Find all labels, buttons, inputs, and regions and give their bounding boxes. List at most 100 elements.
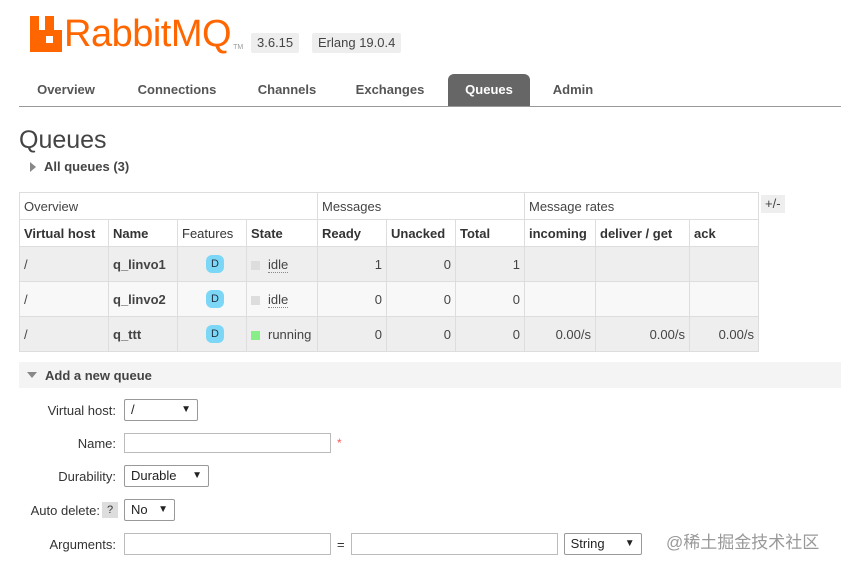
auto-delete-label: Auto delete: — [30, 502, 100, 518]
deliver-get-cell: 0.00/s — [595, 316, 690, 352]
argument-value-input[interactable] — [350, 533, 558, 555]
column-header-incoming[interactable]: incoming — [524, 219, 596, 247]
tab-channels[interactable]: Channels — [247, 74, 327, 106]
tab-exchanges[interactable]: Exchanges — [347, 74, 433, 106]
all-queues-toggle[interactable]: All queues (3) — [30, 159, 129, 174]
state-running-icon — [251, 330, 260, 340]
watermark: @稀土掘金技术社区 — [666, 533, 820, 552]
ready-cell: 0 — [317, 316, 387, 352]
queue-name-link[interactable]: q_linvo2 — [108, 281, 178, 317]
header: RabbitMQ TM 3.6.15 Erlang 19.0.4 Overvie… — [0, 0, 841, 108]
erlang-badge: Erlang 19.0.4 — [312, 33, 402, 53]
group-header-message-rates: Message rates — [524, 192, 759, 220]
durability-row: Durability: Durable ▼ — [0, 465, 209, 487]
add-queue-section-toggle[interactable]: Add a new queue — [19, 362, 841, 388]
ack-cell: 0.00/s — [689, 316, 759, 352]
equals-sign: = — [337, 536, 345, 552]
arguments-row: Arguments: = String ▼ — [0, 533, 642, 555]
ack-cell — [689, 281, 759, 317]
chevron-down-icon: ▼ — [181, 404, 191, 415]
column-header-name[interactable]: Name — [108, 219, 178, 247]
durability-label: Durability: — [58, 468, 116, 484]
durable-badge: D — [206, 325, 224, 343]
chevron-down-icon: ▼ — [624, 538, 635, 549]
auto-delete-select[interactable]: No ▼ — [124, 499, 175, 521]
unacked-cell: 0 — [386, 281, 456, 317]
tab-queues[interactable]: Queues — [448, 74, 530, 106]
tab-connections[interactable]: Connections — [127, 74, 227, 106]
queue-name-input[interactable] — [124, 433, 331, 453]
chevron-down-icon: ▼ — [158, 504, 168, 515]
state-idle-icon — [251, 295, 260, 305]
state-cell: idle — [246, 246, 318, 282]
group-header-overview: Overview — [19, 192, 318, 220]
column-toggle-button[interactable]: +/- — [761, 195, 785, 213]
table-row: / q_linvo1 D idle 1 0 1 — [19, 246, 759, 282]
incoming-cell: 0.00/s — [524, 316, 596, 352]
state-label: idle — [268, 291, 289, 308]
chevron-down-icon: ▼ — [192, 470, 202, 481]
state-idle-icon — [251, 260, 260, 270]
deliver-get-cell — [595, 281, 690, 317]
ready-cell: 1 — [317, 246, 387, 282]
vhost-cell: / — [19, 316, 109, 352]
auto-delete-value: No — [131, 502, 148, 517]
state-cell: idle — [246, 281, 318, 317]
virtual-host-value: / — [131, 402, 135, 417]
total-cell: 1 — [455, 246, 525, 282]
page-title: Queues — [19, 126, 107, 154]
rabbitmq-logo-icon — [30, 16, 62, 52]
features-cell: D — [177, 281, 247, 317]
column-header-deliver-get[interactable]: deliver / get — [595, 219, 690, 247]
expand-triangle-icon — [30, 161, 36, 172]
help-icon[interactable]: ? — [102, 502, 118, 518]
unacked-cell: 0 — [386, 246, 456, 282]
tab-overview[interactable]: Overview — [19, 74, 113, 106]
queue-name-link[interactable]: q_ttt — [108, 316, 178, 352]
argument-type-select[interactable]: String ▼ — [563, 533, 642, 555]
name-label: Name: — [77, 435, 116, 451]
unacked-cell: 0 — [386, 316, 456, 352]
table-row: / q_linvo2 D idle 0 0 0 — [19, 281, 759, 317]
column-header-virtual-host[interactable]: Virtual host — [19, 219, 109, 247]
features-cell: D — [177, 316, 247, 352]
version-badge: 3.6.15 — [251, 33, 300, 53]
state-cell: running — [246, 316, 318, 352]
virtual-host-select[interactable]: / ▼ — [124, 399, 198, 421]
total-cell: 0 — [455, 316, 525, 352]
column-header-features: Features — [177, 219, 247, 247]
collapse-triangle-icon — [27, 372, 37, 378]
durable-badge: D — [206, 255, 224, 273]
logo-trademark: TM — [233, 44, 244, 51]
column-header-ready[interactable]: Ready — [317, 219, 387, 247]
virtual-host-row: Virtual host: / ▼ — [0, 399, 198, 421]
table-row: / q_ttt D running 0 0 0 0.00/s 0.00/s 0.… — [19, 316, 759, 352]
incoming-cell — [524, 281, 596, 317]
argument-key-input[interactable] — [124, 533, 331, 555]
durability-select[interactable]: Durable ▼ — [124, 465, 209, 487]
vhost-cell: / — [19, 281, 109, 317]
argument-type-value: String — [570, 536, 605, 551]
group-header-messages: Messages — [317, 192, 525, 220]
auto-delete-row: Auto delete: ? No ▼ — [0, 499, 175, 521]
column-header-total[interactable]: Total — [455, 219, 525, 247]
state-label: idle — [268, 256, 289, 273]
name-row: Name: * — [0, 433, 342, 453]
column-header-unacked[interactable]: Unacked — [386, 219, 456, 247]
main-nav-tabs: Overview Connections Channels Exchanges … — [19, 74, 841, 107]
incoming-cell — [524, 246, 596, 282]
rabbitmq-logo[interactable]: RabbitMQ TM — [30, 12, 243, 56]
add-queue-heading: Add a new queue — [45, 367, 152, 383]
queue-name-link[interactable]: q_linvo1 — [108, 246, 178, 282]
required-mark: * — [337, 436, 342, 450]
state-label: running — [268, 326, 312, 342]
column-header-ack[interactable]: ack — [689, 219, 759, 247]
ready-cell: 0 — [317, 281, 387, 317]
durable-badge: D — [206, 290, 224, 308]
virtual-host-label: Virtual host: — [47, 402, 116, 418]
tab-admin[interactable]: Admin — [543, 74, 603, 106]
total-cell: 0 — [455, 281, 525, 317]
deliver-get-cell — [595, 246, 690, 282]
column-header-state[interactable]: State — [246, 219, 318, 247]
features-cell: D — [177, 246, 247, 282]
